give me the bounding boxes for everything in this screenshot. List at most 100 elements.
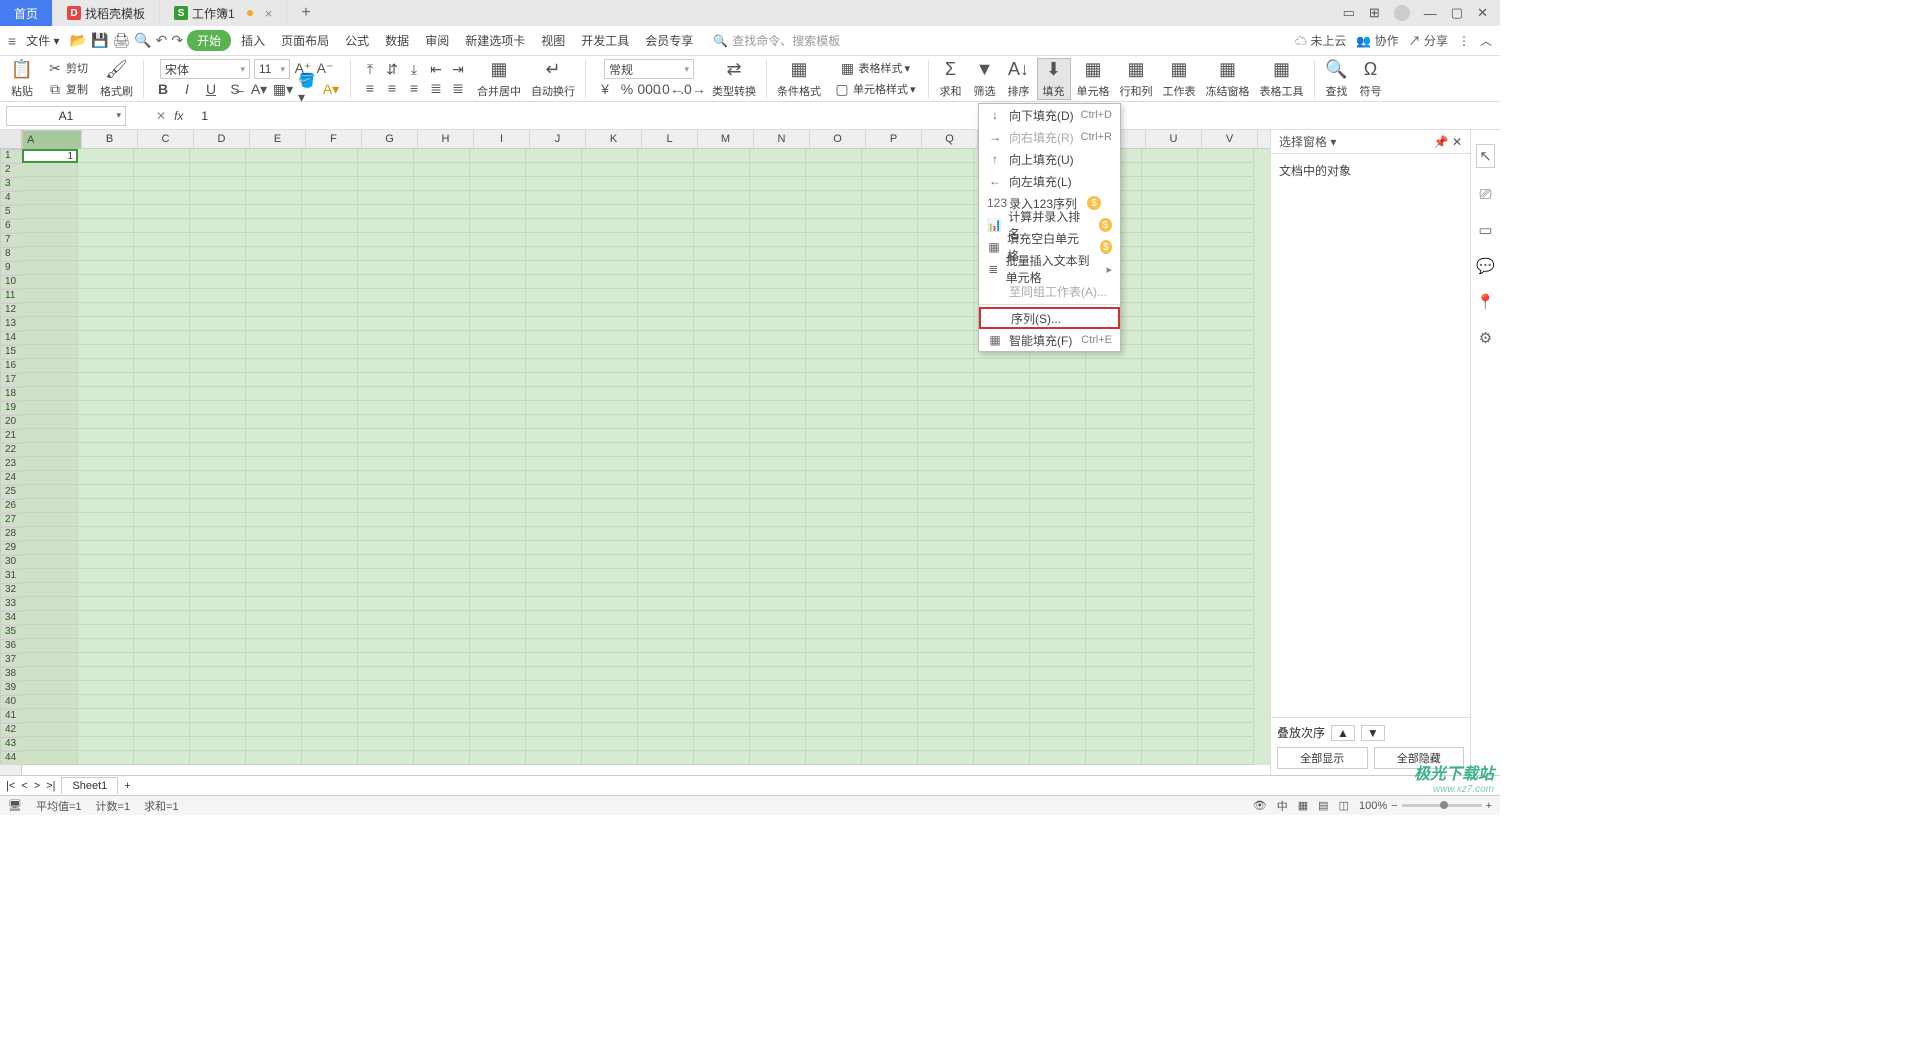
close-panel-icon[interactable]: ✕ — [1452, 135, 1462, 149]
minimize-icon[interactable]: — — [1424, 6, 1437, 21]
cut-button[interactable]: ✂剪切 — [44, 58, 90, 78]
align-bottom-icon[interactable]: ⤓ — [405, 60, 423, 78]
select-icon[interactable]: ▭ — [1478, 221, 1492, 239]
menu-review[interactable]: 审阅 — [419, 29, 455, 52]
maximize-icon[interactable]: ▢ — [1451, 5, 1463, 21]
dec-decimal-icon[interactable]: .0→ — [684, 80, 702, 98]
menu-view[interactable]: 视图 — [535, 29, 571, 52]
sheet-prev-icon[interactable]: < — [21, 780, 27, 792]
col-header-F[interactable]: F — [306, 130, 362, 148]
redo-icon[interactable]: ↷ — [171, 32, 183, 49]
avatar-icon[interactable] — [1394, 5, 1410, 21]
paste-button[interactable]: 📋 粘贴 — [6, 59, 38, 99]
apps-icon[interactable]: ⊞ — [1369, 5, 1380, 21]
font-size-select[interactable]: 11▾ — [254, 59, 290, 79]
sheet-first-icon[interactable]: |< — [6, 780, 15, 792]
menu-new-tab[interactable]: 新建选项卡 — [459, 29, 531, 52]
tab-home[interactable]: 首页 — [0, 0, 53, 26]
fill-button[interactable]: ⬇填充 — [1037, 58, 1071, 100]
decrease-font-icon[interactable]: A⁻ — [316, 59, 334, 77]
col-header-U[interactable]: U — [1146, 130, 1202, 148]
bring-forward-button[interactable]: ▲ — [1331, 725, 1355, 741]
col-header-P[interactable]: P — [866, 130, 922, 148]
record-icon[interactable]: 🖥 — [8, 799, 22, 812]
menu-file[interactable]: 文件 ▾ — [20, 29, 65, 52]
align-top-icon[interactable]: ⤒ — [361, 60, 379, 78]
sort-button[interactable]: A↓排序 — [1003, 59, 1035, 99]
send-backward-button[interactable]: ▼ — [1361, 725, 1385, 741]
tab-workbook[interactable]: S 工作簿1 × — [160, 0, 287, 26]
font-color-icon[interactable]: A▾ — [250, 80, 268, 98]
font-family-select[interactable]: 宋体▾ — [160, 59, 250, 79]
col-header-D[interactable]: D — [194, 130, 250, 148]
view-page-icon[interactable]: ▤ — [1318, 799, 1328, 812]
col-header-N[interactable]: N — [754, 130, 810, 148]
fill-batch-item[interactable]: ≣批量插入文本到单元格▸ — [979, 258, 1120, 280]
col-header-H[interactable]: H — [418, 130, 474, 148]
col-header-K[interactable]: K — [586, 130, 642, 148]
border-icon[interactable]: ▦▾ — [274, 80, 292, 98]
align-right-icon[interactable]: ≡ — [405, 79, 423, 97]
menu-icon[interactable]: ≡ — [8, 33, 16, 49]
sheet-tab[interactable]: Sheet1 — [61, 777, 118, 794]
orientation-icon[interactable]: ≣ — [449, 79, 467, 97]
save-icon[interactable]: 💾 — [91, 32, 108, 49]
formula-input[interactable]: 1 — [201, 109, 208, 123]
fill-smart-item[interactable]: ▦智能填充(F)Ctrl+E — [979, 329, 1120, 351]
preview-icon[interactable]: 🔍 — [134, 32, 151, 49]
eye-icon[interactable]: 👁 — [1253, 799, 1267, 812]
open-icon[interactable]: 📂 — [70, 32, 87, 49]
view-normal-icon[interactable]: ▦ — [1298, 799, 1308, 812]
layout-icon[interactable]: ▭ — [1343, 5, 1355, 21]
show-all-button[interactable]: 全部显示 — [1277, 747, 1368, 769]
add-sheet-icon[interactable]: + — [124, 780, 130, 792]
highlight-icon[interactable]: A▾ — [322, 80, 340, 98]
select-all-corner[interactable] — [0, 130, 21, 149]
cell-style-button[interactable]: ▢单元格样式▾ — [831, 79, 918, 99]
align-middle-icon[interactable]: ⇵ — [383, 60, 401, 78]
active-cell[interactable]: 1 — [22, 149, 78, 163]
col-header-I[interactable]: I — [474, 130, 530, 148]
type-convert-button[interactable]: ⇄类型转换 — [708, 59, 760, 99]
copy-button[interactable]: ⧉复制 — [44, 79, 90, 99]
col-header-O[interactable]: O — [810, 130, 866, 148]
find-button[interactable]: 🔍查找 — [1321, 59, 1353, 99]
collab-button[interactable]: 👥 协作 — [1356, 32, 1398, 49]
menu-data[interactable]: 数据 — [379, 29, 415, 52]
tab-template[interactable]: D 找稻壳模板 — [53, 0, 160, 26]
format-painter-button[interactable]: 🖌 格式刷 — [96, 59, 137, 99]
number-format-select[interactable]: 常规▾ — [604, 59, 694, 79]
share-button[interactable]: ↗ 分享 — [1409, 32, 1448, 49]
freeze-button[interactable]: ▦冻结窗格 — [1202, 59, 1254, 99]
italic-icon[interactable]: I — [178, 80, 196, 98]
zoom-in-icon[interactable]: + — [1486, 800, 1492, 812]
indent-left-icon[interactable]: ⇤ — [427, 60, 445, 78]
col-header-M[interactable]: M — [698, 130, 754, 148]
chevron-down-icon[interactable]: ▾ — [116, 110, 121, 121]
comma-icon[interactable]: 000 — [640, 80, 658, 98]
strikethrough-icon[interactable]: S̶ — [226, 80, 244, 98]
location-icon[interactable]: 📍 — [1476, 293, 1495, 311]
align-left-icon[interactable]: ≡ — [361, 79, 379, 97]
cloud-status[interactable]: ☁ 未上云 — [1295, 32, 1346, 49]
col-header-Q[interactable]: Q — [922, 130, 978, 148]
col-header-G[interactable]: G — [362, 130, 418, 148]
cell-button[interactable]: ▦单元格 — [1073, 59, 1114, 99]
command-search[interactable]: 🔍 查找命令、搜索模板 — [713, 32, 840, 49]
col-header-J[interactable]: J — [530, 130, 586, 148]
fill-up-item[interactable]: ↑向上填充(U) — [979, 148, 1120, 170]
col-header-L[interactable]: L — [642, 130, 698, 148]
name-box[interactable]: A1 ▾ — [6, 106, 126, 126]
col-header-E[interactable]: E — [250, 130, 306, 148]
col-header-B[interactable]: B — [82, 130, 138, 148]
conditional-format-button[interactable]: ▦条件格式 — [773, 59, 825, 99]
sheet-next-icon[interactable]: > — [34, 780, 40, 792]
zoom-out-icon[interactable]: − — [1391, 800, 1397, 812]
settings-icon[interactable]: ⚙ — [1479, 329, 1492, 347]
menu-dev[interactable]: 开发工具 — [575, 29, 635, 52]
menu-member[interactable]: 会员专享 — [639, 29, 699, 52]
percent-icon[interactable]: % — [618, 80, 636, 98]
fill-left-item[interactable]: ←向左填充(L) — [979, 170, 1120, 192]
table-style-button[interactable]: ▦表格样式▾ — [837, 58, 913, 78]
fill-down-item[interactable]: ↓向下填充(D)Ctrl+D — [979, 104, 1120, 126]
